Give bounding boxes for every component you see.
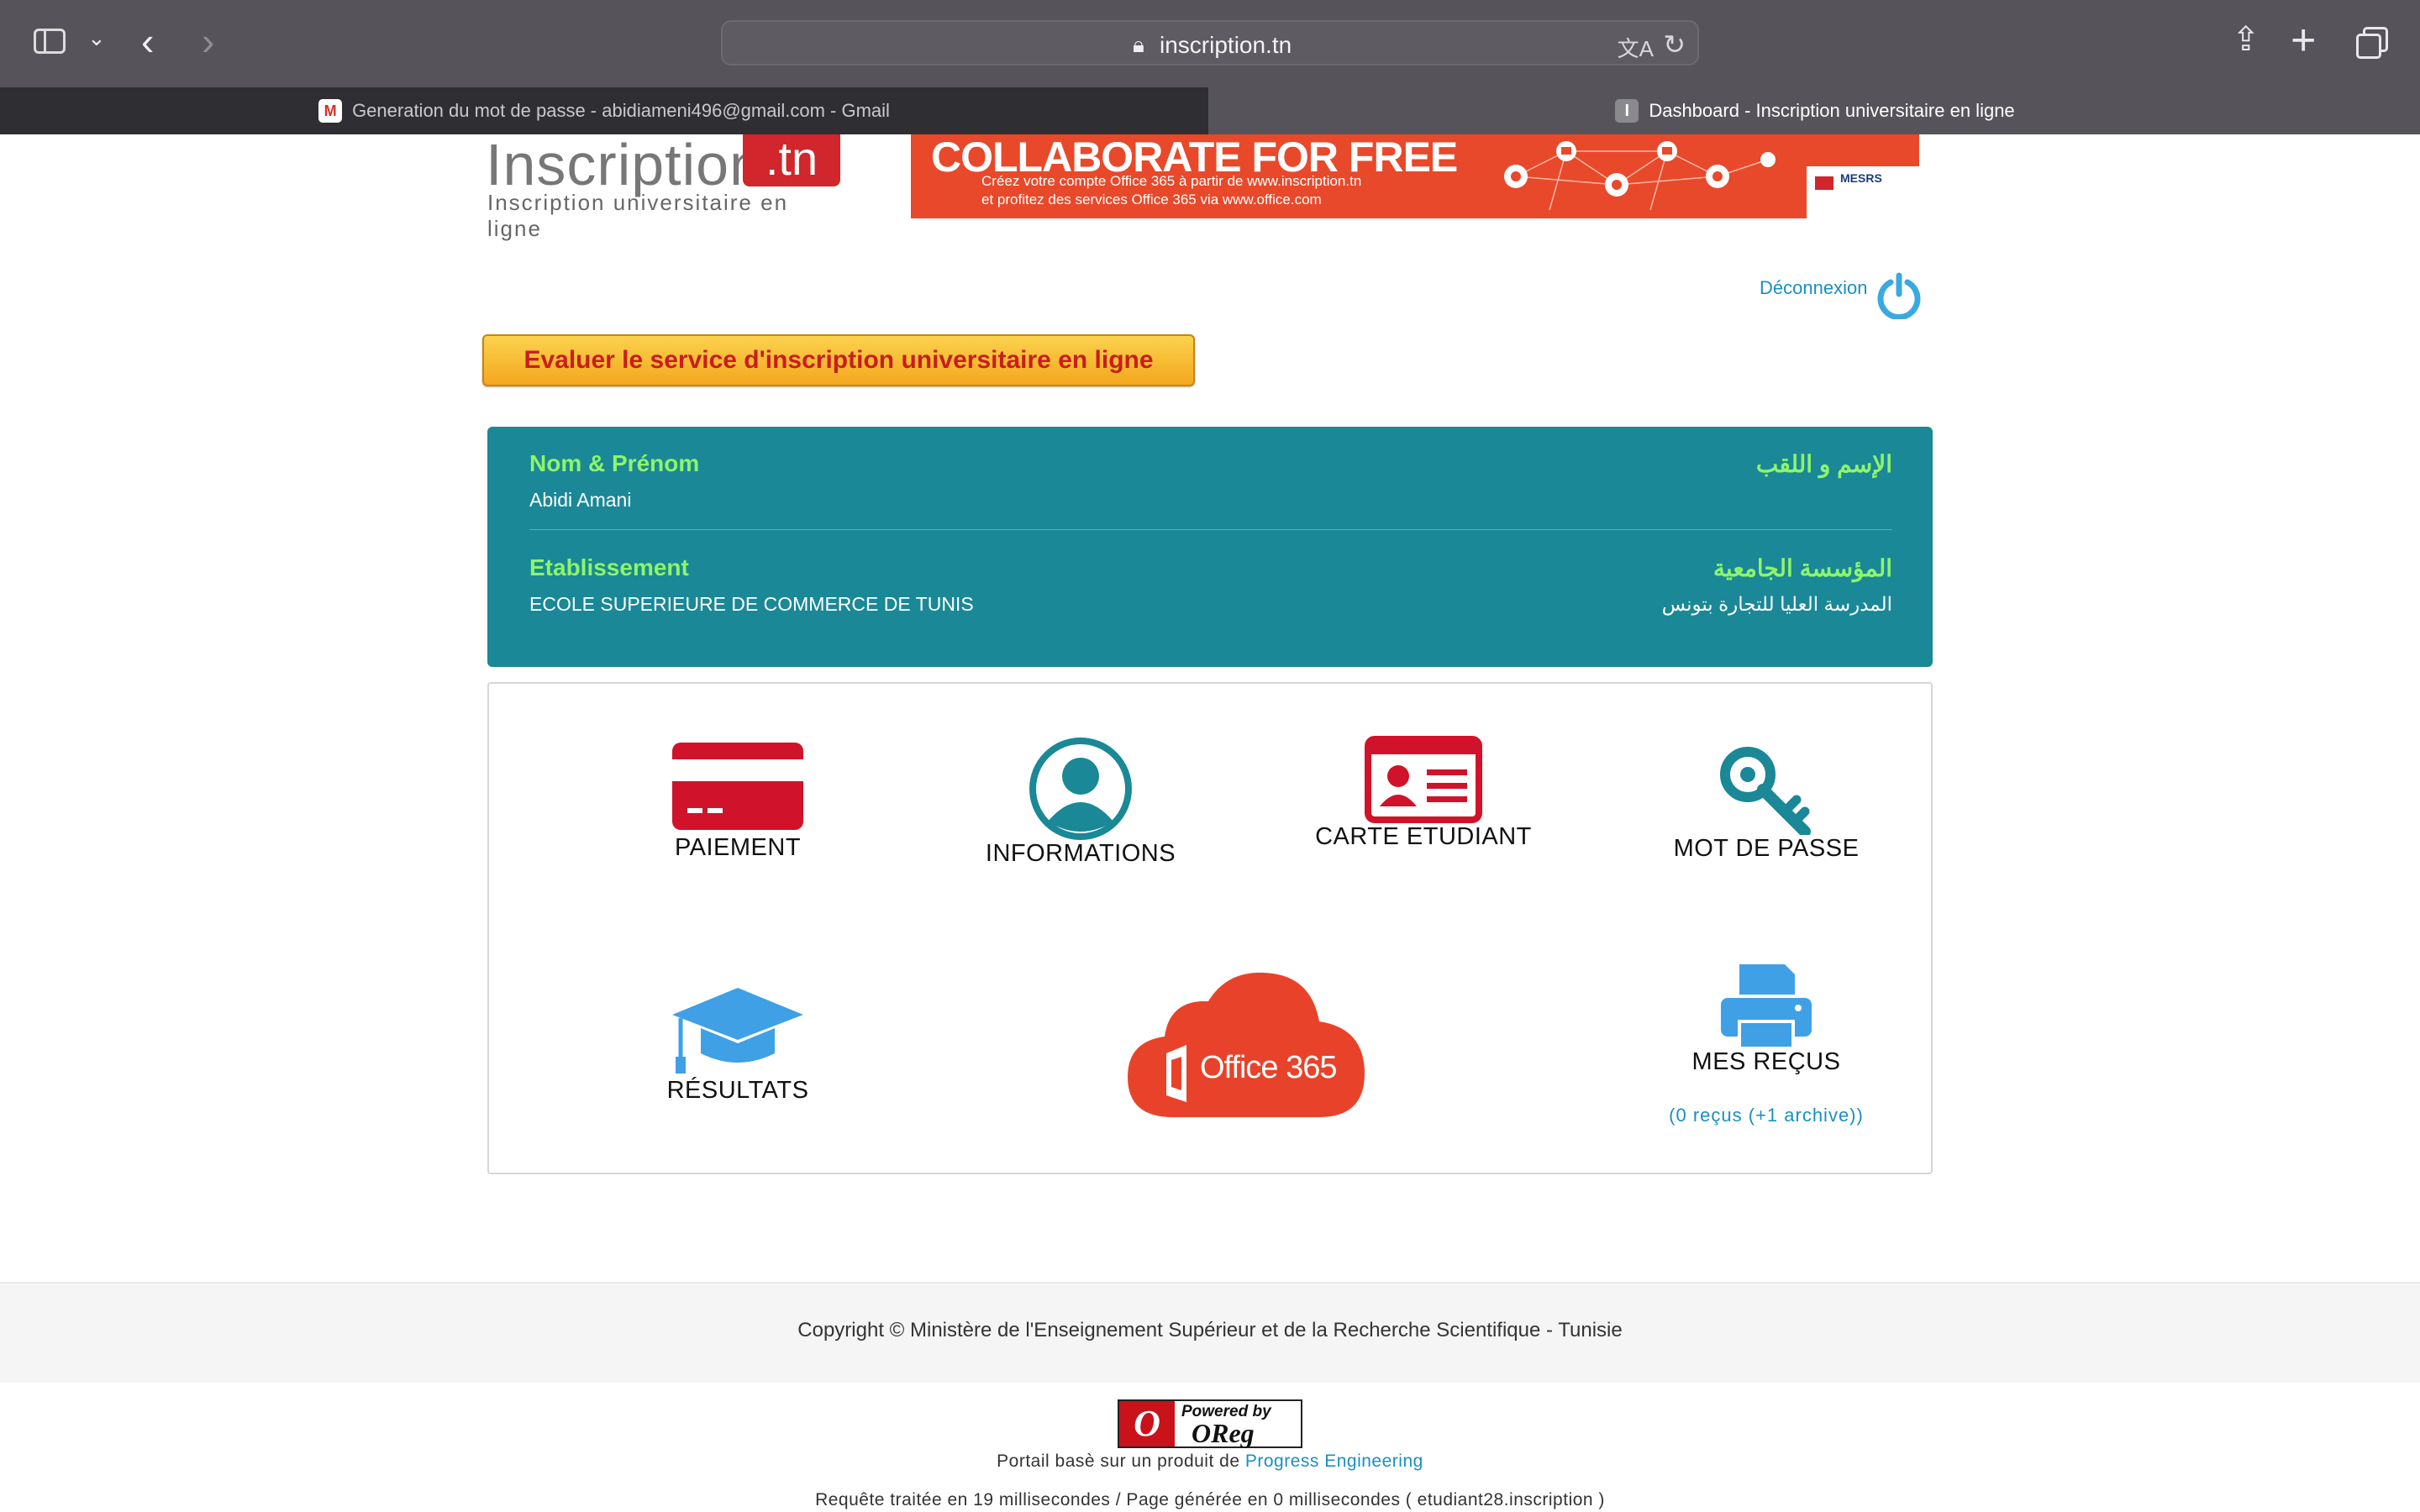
translate-icon[interactable]: 文A xyxy=(1618,32,1654,63)
menu-mot-de-passe[interactable]: MOT DE PASSE xyxy=(1640,744,1892,863)
logo-tn: .tn xyxy=(743,134,840,186)
tab-overview-icon[interactable] xyxy=(2356,27,2388,59)
portail-text: Portail basè sur un produit de Progress … xyxy=(0,1452,2420,1472)
menu-carte-etudiant[interactable]: CARTE ETUDIANT xyxy=(1297,736,1549,851)
menu-informations[interactable]: INFORMATIONS xyxy=(955,738,1207,868)
oreg-logo-icon: O xyxy=(1119,1401,1175,1446)
mesrs-badge: MESRS xyxy=(1807,166,1919,218)
tab-title: Generation du mot de passe - abidiameni4… xyxy=(352,100,890,121)
key-icon xyxy=(1720,747,1811,835)
lock-icon: 🔒︎ xyxy=(1133,32,1144,57)
forward-icon[interactable]: › xyxy=(202,18,214,64)
divider xyxy=(529,529,1892,530)
new-tab-icon[interactable]: + xyxy=(2291,15,2316,66)
printer-icon xyxy=(1721,964,1812,1047)
progress-engineering-link[interactable]: Progress Engineering xyxy=(1245,1452,1423,1471)
tunisia-flag-icon xyxy=(1815,176,1833,190)
request-timing-text: Requête traitée en 19 millisecondes / Pa… xyxy=(815,1490,1605,1509)
menu-mes-recus[interactable]: MES REÇUS (0 reçus (+1 archive)) xyxy=(1640,961,1892,1126)
address-bar[interactable]: 🔒︎ inscription.tn 文A ↻ xyxy=(721,20,1699,66)
recus-label: MES REÇUS xyxy=(1691,1048,1841,1075)
menu-resultats[interactable]: RÉSULTATS xyxy=(612,984,864,1105)
tab-bar: M Generation du mot de passe - abidiamen… xyxy=(0,87,2420,134)
paiement-label: PAIEMENT xyxy=(674,834,802,861)
name-label-ar: الإسم و اللقب xyxy=(1755,451,1892,477)
recus-count-link[interactable]: (0 reçus (+1 archive)) xyxy=(1640,1105,1892,1126)
office365-label: Office 365 xyxy=(1200,1050,1338,1085)
logout-link[interactable]: Déconnexion xyxy=(1760,277,1867,299)
banner-line-2: et profitez des services Office 365 via … xyxy=(981,192,1322,207)
reload-icon[interactable]: ↻ xyxy=(1663,29,1686,60)
tab-gmail[interactable]: M Generation du mot de passe - abidiamen… xyxy=(0,87,1208,134)
network-graphic-icon xyxy=(1504,141,1776,211)
office-banner[interactable]: COLLABORATE FOR FREE Créez votre compte … xyxy=(911,134,1919,218)
site-favicon: I xyxy=(1615,99,1639,123)
browser-toolbar: ⌄ ‹ › 🔒︎ inscription.tn 文A ↻ ⇪ + xyxy=(0,0,2420,87)
url-text: inscription.tn xyxy=(1160,32,1292,58)
site-logo[interactable]: Inscription .tn Inscription universitair… xyxy=(486,134,840,241)
logo-subtitle: Inscription universitaire en ligne xyxy=(487,190,789,241)
services-menu: PAIEMENT INFORMATIONS CARTE ETUDIANT MOT… xyxy=(487,682,1933,1174)
student-info-card: Nom & Prénom الإسم و اللقب Abidi Amani E… xyxy=(487,427,1933,667)
etab-label-fr: Etablissement xyxy=(529,554,689,580)
chevron-down-icon[interactable]: ⌄ xyxy=(87,25,106,51)
back-icon[interactable]: ‹ xyxy=(141,18,154,64)
portail-label: Portail basè sur un produit de xyxy=(997,1452,1240,1471)
menu-paiement[interactable]: PAIEMENT xyxy=(612,743,864,862)
power-icon[interactable] xyxy=(1876,272,1923,319)
tab-title: Dashboard - Inscription universitaire en… xyxy=(1649,100,2015,121)
carte-label: CARTE ETUDIANT xyxy=(1315,823,1532,850)
page-content: Inscription .tn Inscription universitair… xyxy=(0,134,2420,1512)
id-card-icon xyxy=(1365,736,1482,823)
banner-line-1: Créez votre compte Office 365 à partir d… xyxy=(981,173,1362,189)
etab-label-ar: المؤسسة الجامعية xyxy=(1712,555,1892,581)
user-profile-icon xyxy=(1029,738,1132,840)
oreg-text: OReg xyxy=(1192,1418,1255,1448)
sidebar-toggle-icon[interactable] xyxy=(34,29,66,54)
etab-name-fr: ECOLE SUPERIEURE DE COMMERCE DE TUNIS xyxy=(529,593,974,615)
logo-text: Inscription xyxy=(486,134,764,197)
tab-dashboard[interactable]: I Dashboard - Inscription universitaire … xyxy=(1210,87,2420,134)
share-icon[interactable]: ⇪ xyxy=(2232,20,2260,59)
copyright-text: Copyright © Ministère de l'Enseignement … xyxy=(797,1319,1623,1341)
resultats-label: RÉSULTATS xyxy=(666,1077,809,1104)
student-name: Abidi Amani xyxy=(529,489,632,511)
powered-by-oreg-logo[interactable]: O Powered by OReg xyxy=(1118,1399,1302,1448)
menu-office365[interactable]: Office 365 xyxy=(1124,969,1368,1125)
name-label-fr: Nom & Prénom xyxy=(529,450,700,476)
graduation-cap-icon xyxy=(672,988,803,1074)
credit-card-icon xyxy=(672,743,803,830)
gmail-icon: M xyxy=(318,99,343,123)
etab-name-ar: المدرسة العليا للتجارة بتونس xyxy=(1661,593,1892,615)
informations-label: INFORMATIONS xyxy=(985,840,1176,867)
office365-cloud-icon xyxy=(1128,972,1365,1117)
evaluate-service-button[interactable]: Evaluer le service d'inscription univers… xyxy=(482,334,1195,386)
footer: Copyright © Ministère de l'Enseignement … xyxy=(0,1282,2420,1383)
badge-text: MESRS xyxy=(1840,171,1882,185)
motdepasse-label: MOT DE PASSE xyxy=(1673,835,1860,862)
